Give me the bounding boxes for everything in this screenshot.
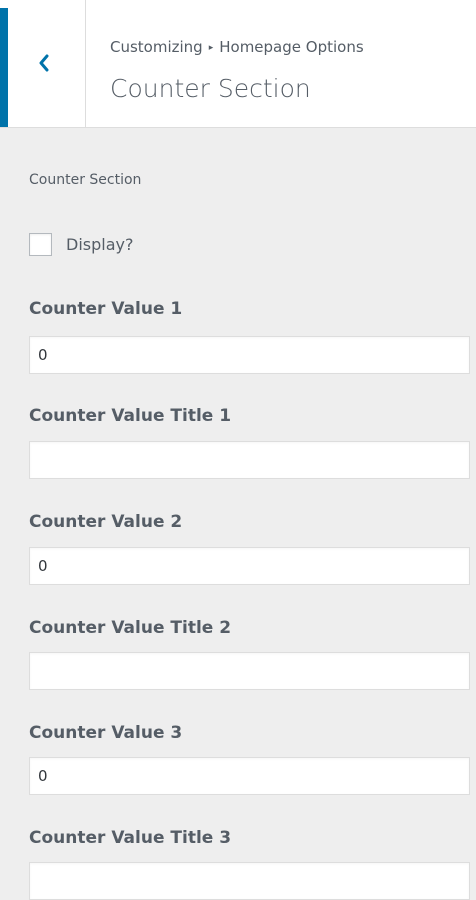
- back-button-accent: [0, 8, 8, 127]
- counter-value-title-1-input[interactable]: [29, 441, 470, 479]
- panel-title: Counter Section: [110, 74, 311, 103]
- counter-value-3-input[interactable]: [29, 757, 470, 795]
- breadcrumb-parent: Homepage Options: [219, 38, 364, 56]
- counter-value-1-label: Counter Value 1: [29, 299, 183, 319]
- back-button[interactable]: [0, 0, 86, 127]
- counter-value-title-2-label: Counter Value Title 2: [29, 618, 232, 638]
- counter-value-2-label: Counter Value 2: [29, 512, 183, 532]
- counter-value-title-1-label: Counter Value Title 1: [29, 406, 232, 426]
- breadcrumb-separator-icon: ▸: [208, 43, 214, 53]
- counter-value-3-label: Counter Value 3: [29, 723, 183, 743]
- counter-value-title-3-label: Counter Value Title 3: [29, 828, 232, 848]
- counter-value-2-input[interactable]: [29, 547, 470, 585]
- display-toggle[interactable]: Display?: [29, 230, 133, 258]
- section-description: Counter Section: [29, 172, 142, 188]
- customizer-header: Customizing ▸ Homepage Options Counter Sec…: [0, 0, 476, 128]
- breadcrumb: Customizing ▸ Homepage Options: [110, 38, 364, 56]
- counter-value-1-input[interactable]: [29, 336, 470, 374]
- display-checkbox[interactable]: [29, 232, 52, 256]
- counter-value-title-2-input[interactable]: [29, 652, 470, 690]
- counter-value-title-3-input[interactable]: [29, 862, 470, 900]
- display-checkbox-label: Display?: [66, 234, 134, 254]
- breadcrumb-root: Customizing: [110, 38, 203, 56]
- chevron-left-icon: [39, 54, 49, 72]
